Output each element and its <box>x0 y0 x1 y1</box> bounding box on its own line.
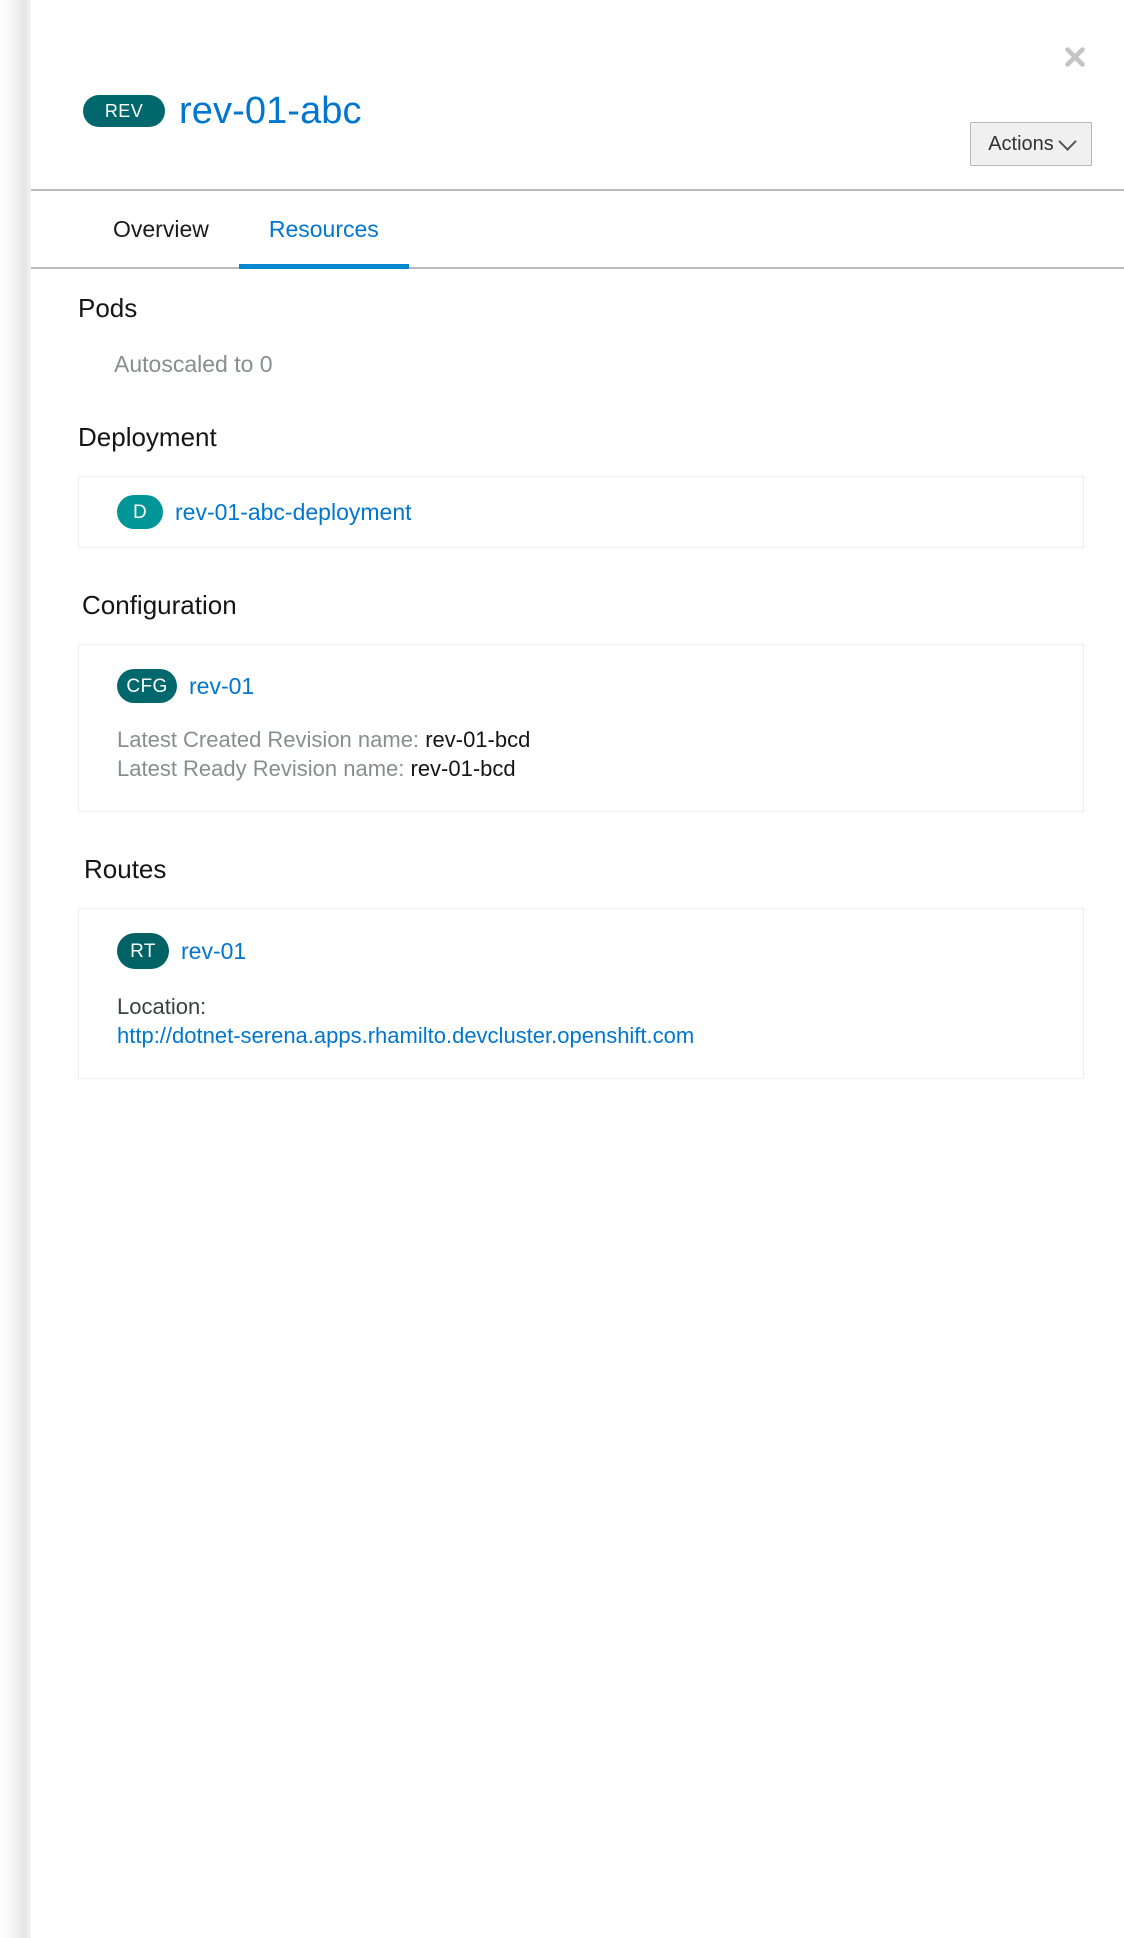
drawer-tabs: Overview Resources <box>31 191 1124 269</box>
resource-detail-drawer: REV rev-01-abc Actions Overview Resource… <box>0 0 1124 1938</box>
latest-created-revision-label: Latest Created Revision name: <box>117 727 420 752</box>
tab-overview[interactable]: Overview <box>83 191 239 267</box>
close-button[interactable] <box>1058 40 1092 74</box>
drawer-left-shadow <box>0 0 32 1938</box>
tab-overview-label: Overview <box>113 215 209 242</box>
latest-ready-revision-value: rev-01-bcd <box>410 756 516 782</box>
configuration-section: Configuration CFG rev-01 Latest Created … <box>78 590 1084 813</box>
tab-resources-label: Resources <box>268 215 379 242</box>
latest-created-revision-value: rev-01-bcd <box>425 727 531 752</box>
chevron-down-icon <box>1058 131 1077 151</box>
route-location-block: Location: http://dotnet-serena.apps.rham… <box>117 993 1057 1050</box>
route-kind-badge: RT <box>117 933 169 970</box>
pods-status-text: Autoscaled to 0 <box>114 351 273 377</box>
deployment-section-title: Deployment <box>78 422 217 452</box>
configuration-details-list: Latest Created Revision name: rev-01-bcd… <box>117 725 1057 783</box>
route-card-header: RT rev-01 <box>117 933 1057 970</box>
configuration-card: CFG rev-01 Latest Created Revision name:… <box>78 644 1084 813</box>
configuration-card-header: CFG rev-01 <box>117 669 1057 703</box>
deployment-kind-badge: D <box>117 495 163 529</box>
route-name-link[interactable]: rev-01 <box>181 939 246 963</box>
pods-section: Pods Autoscaled to 0 <box>78 295 1084 376</box>
routes-section-title: Routes <box>84 854 167 885</box>
latest-created-revision-row: Latest Created Revision name: rev-01-bcd <box>117 725 1057 754</box>
resources-tab-content: Pods Autoscaled to 0 Deployment D rev-01… <box>31 269 1124 1080</box>
route-location-url-link[interactable]: http://dotnet-serena.apps.rhamilto.devcl… <box>117 1022 1057 1051</box>
drawer-title-row: REV rev-01-abc <box>83 92 362 130</box>
tab-resources[interactable]: Resources <box>238 191 409 269</box>
configuration-name-link[interactable]: rev-01 <box>189 674 254 698</box>
latest-ready-revision-label: Latest Ready Revision name: <box>117 756 405 782</box>
drawer-panel: REV rev-01-abc Actions Overview Resource… <box>31 0 1124 1938</box>
configuration-kind-badge: CFG <box>117 669 177 703</box>
route-location-label: Location: <box>117 994 207 1020</box>
deployment-card: D rev-01-abc-deployment <box>78 476 1084 548</box>
deployment-name-link[interactable]: rev-01-abc-deployment <box>175 500 412 524</box>
close-icon <box>1060 42 1090 72</box>
deployment-section: Deployment D rev-01-abc-deployment <box>78 424 1084 548</box>
deployment-card-header: D rev-01-abc-deployment <box>117 495 1057 529</box>
page-title: rev-01-abc <box>179 90 362 132</box>
actions-dropdown-button[interactable]: Actions <box>970 122 1092 166</box>
drawer-header: REV rev-01-abc Actions <box>31 0 1124 191</box>
latest-ready-revision-row: Latest Ready Revision name: rev-01-bcd <box>117 754 1057 783</box>
configuration-section-title: Configuration <box>82 590 237 620</box>
pods-section-title: Pods <box>78 293 138 323</box>
revision-kind-badge: REV <box>83 95 165 127</box>
routes-section: Routes RT rev-01 Location: http://dotnet… <box>78 854 1084 1080</box>
route-card: RT rev-01 Location: http://dotnet-serena… <box>78 908 1084 1080</box>
actions-button-label: Actions <box>988 132 1054 155</box>
